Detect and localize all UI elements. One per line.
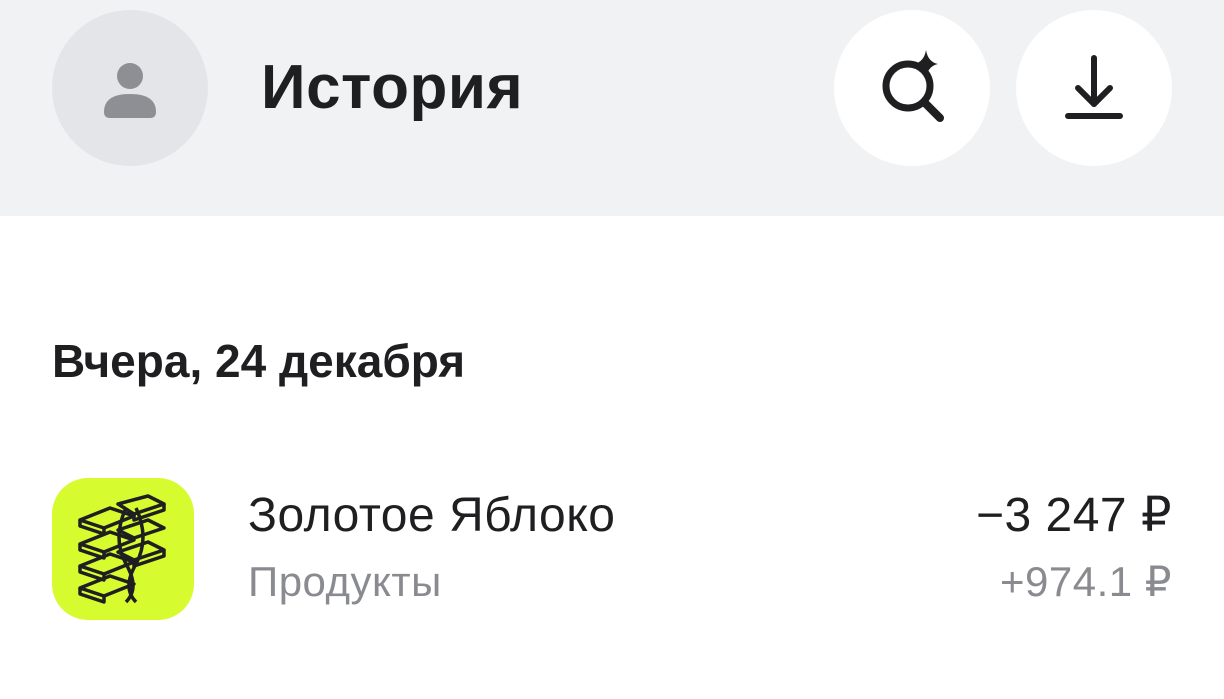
merchant-logo [52,478,194,620]
merchant-category: Продукты [248,558,442,605]
transaction-row[interactable]: Золотое Яблоко Продукты −3 247 ₽ +974.1 … [0,460,1224,640]
download-button[interactable] [1016,10,1172,166]
merchant-name: Золотое Яблоко [248,489,616,542]
section-date-header: Вчера, 24 декабря [52,335,466,387]
top-app-bar: История [0,0,1224,216]
profile-avatar-button[interactable] [52,10,208,166]
transaction-amount: −3 247 ₽ [975,489,1172,542]
page-title: История [261,53,524,122]
search-button[interactable] [834,10,990,166]
cashback-amount: +974.1 ₽ [999,558,1172,605]
